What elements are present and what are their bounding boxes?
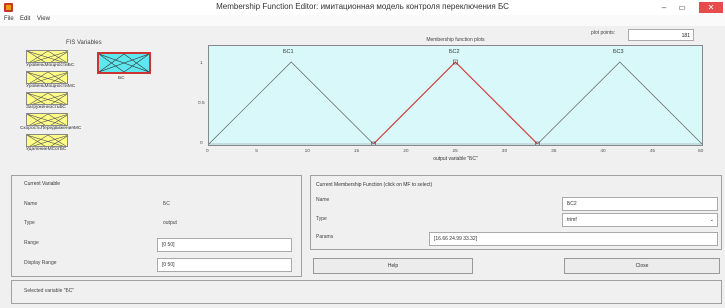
- mf-name-label: Name: [316, 197, 330, 203]
- mf-label[interactable]: БС2: [449, 49, 460, 55]
- name-value: БС: [163, 201, 170, 207]
- fis-input-var-4[interactable]: [26, 113, 68, 126]
- mf-type-select[interactable]: trimf ⌄: [562, 213, 718, 227]
- fis-input-label: ЗагруженностьБС: [26, 105, 66, 110]
- params-input[interactable]: [16.66 24.99 33.32]: [429, 232, 718, 246]
- menu-edit[interactable]: Edit: [20, 16, 30, 22]
- x-tick: 40: [600, 149, 606, 154]
- x-tick: 45: [649, 149, 656, 154]
- minimize-icon[interactable]: –: [657, 2, 671, 13]
- mf-line-БС1[interactable]: [209, 61, 374, 145]
- menu-bar: [0, 15, 725, 26]
- fis-input-var-5[interactable]: [26, 134, 68, 147]
- x-axis-label: output variable "БС": [433, 156, 478, 162]
- mf-type-value: trimf: [567, 217, 577, 223]
- y-tick: 0.5: [198, 101, 205, 106]
- menu-view[interactable]: View: [37, 16, 50, 22]
- fis-output-var[interactable]: [97, 52, 151, 74]
- type-label: Type: [24, 220, 35, 226]
- fis-input-var-2[interactable]: [26, 71, 68, 84]
- status-bar: [11, 280, 722, 304]
- mf-label[interactable]: БС3: [613, 49, 624, 55]
- name-label: Name: [24, 201, 38, 207]
- range-input[interactable]: [0 50]: [157, 238, 292, 252]
- y-tick: 1: [200, 61, 203, 66]
- fis-input-label: УровеньМощностиМС: [26, 84, 76, 89]
- mf-line-БС2[interactable]: [373, 61, 538, 145]
- x-tick: 15: [353, 149, 360, 154]
- params-label: Params: [316, 234, 334, 240]
- plot-title: Membership function plots: [426, 37, 485, 43]
- fis-input-var-1[interactable]: [26, 50, 68, 63]
- chevron-down-icon: ⌄: [709, 217, 714, 223]
- type-value: output: [163, 220, 177, 226]
- fis-input-label: УровеньМощностиБС: [26, 63, 75, 68]
- mf-label[interactable]: БС1: [283, 49, 294, 55]
- x-tick: 50: [698, 149, 704, 154]
- display-range-input[interactable]: [0 50]: [157, 258, 292, 272]
- display-range-label: Display Range: [24, 260, 57, 266]
- x-tick: 35: [551, 149, 557, 154]
- plot-points-label: plot points:: [591, 30, 616, 36]
- y-tick: 0: [200, 141, 203, 146]
- membership-plot[interactable]: [208, 45, 703, 146]
- maximize-icon[interactable]: ▭: [675, 2, 689, 13]
- close-button[interactable]: Close: [564, 258, 720, 274]
- x-tick: 30: [501, 149, 508, 154]
- fis-input-label: УдалениеМСотБС: [26, 147, 67, 152]
- x-tick: 25: [452, 149, 458, 154]
- menu-file[interactable]: File: [4, 16, 14, 22]
- mf-line-БС3[interactable]: [537, 61, 703, 145]
- mf-name-input[interactable]: БС2: [562, 197, 718, 211]
- current-variable-title: Current Variable: [24, 181, 61, 187]
- help-button[interactable]: Help: [313, 258, 473, 274]
- current-mf-title: Current Membership Function (click on MF…: [316, 182, 433, 188]
- x-tick: 0: [206, 149, 209, 154]
- window-title: Membership Function Editor: имитационная…: [216, 2, 509, 11]
- fis-input-label: СкоростьПередвиженияМС: [20, 126, 82, 131]
- close-icon[interactable]: ✕: [699, 2, 723, 13]
- x-tick: 5: [255, 149, 258, 154]
- x-tick: 20: [403, 149, 409, 154]
- fis-input-var-3[interactable]: [26, 92, 68, 105]
- fis-variables-heading: FIS Variables: [66, 40, 102, 46]
- x-tick: 10: [304, 149, 310, 154]
- range-label: Range: [24, 240, 39, 246]
- status-text: Selected variable "БС": [24, 288, 75, 294]
- fis-output-label: БС: [118, 76, 125, 81]
- mf-type-label: Type: [316, 216, 327, 222]
